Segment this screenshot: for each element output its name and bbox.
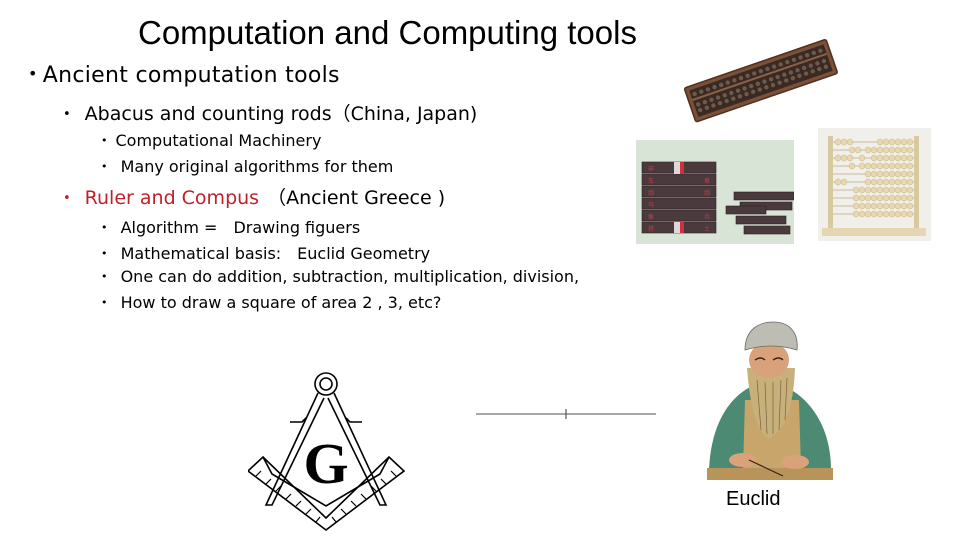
subbullet-algorithms: • Many original algorithms for them [101,157,393,176]
bullet-icon: • [63,191,71,206]
bullet-text: Computational Machinery [115,131,322,150]
bullet-ancient-tools: • Ancient computation tools [28,63,340,88]
bullet-text: Ancient computation tools [42,63,340,88]
svg-text:車: 車 [704,177,710,185]
bullet-text: （Ancient Greece ) [267,187,446,209]
svg-text:车: 车 [648,177,654,185]
euclid-caption: Euclid [726,488,781,510]
euclid-portrait-image [707,321,833,480]
bullet-icon: • [28,64,38,83]
bullet-text: Many original algorithms for them [115,157,394,176]
bullet-icon: • [101,296,108,309]
bullet-abacus: • Abacus and counting rods（China, Japan) [63,99,477,126]
bead-frame-abacus-image [818,128,931,241]
bullet-text: Mathematical basis: Euclid Geometry [115,244,431,263]
bullet-icon: • [63,107,71,122]
svg-text:卒: 卒 [648,165,654,173]
highlight-text: Ruler and Compus [84,187,260,209]
bullet-text: One can do addition, subtraction, multip… [115,267,580,286]
svg-text:将: 将 [648,225,654,233]
subbullet-euclid-geometry: • Mathematical basis: Euclid Geometry [101,240,430,264]
subbullet-square-area: • How to draw a square of area 2 , 3, et… [101,293,441,312]
bullet-icon: • [101,134,108,147]
subbullet-machinery: • Computational Machinery [101,131,321,150]
svg-text:马: 马 [648,201,654,209]
svg-text:兵: 兵 [704,213,710,221]
soroban-abacus-image [683,39,838,123]
svg-text:士: 士 [704,225,710,233]
bullet-text: How to draw a square of area 2 , 3, etc? [115,293,442,312]
bullet-text: Algorithm = Drawing figuers [115,218,361,237]
bullet-icon: • [101,160,108,173]
bullet-text: Abacus and counting rods（China, Japan) [84,103,478,125]
square-compasses-image: G [248,372,406,532]
svg-text:炮: 炮 [648,189,654,197]
counting-rods-image: 卒车炮马象将 車炮兵士 [636,140,795,244]
compass-letter-g: G [303,431,348,496]
bullet-icon: • [101,270,108,283]
bullet-ruler-compus: • Ruler and Compus （Ancient Greece ) [63,183,445,210]
subbullet-algorithm-drawing: • Algorithm = Drawing figuers [101,214,360,238]
line-segment-image [476,409,656,419]
slide-title: Computation and Computing tools [138,14,637,51]
bullet-icon: • [101,247,108,260]
subbullet-arithmetic: • One can do addition, subtraction, mult… [101,267,579,286]
svg-text:炮: 炮 [704,189,710,197]
bullet-icon: • [101,221,108,234]
svg-text:象: 象 [648,213,654,221]
